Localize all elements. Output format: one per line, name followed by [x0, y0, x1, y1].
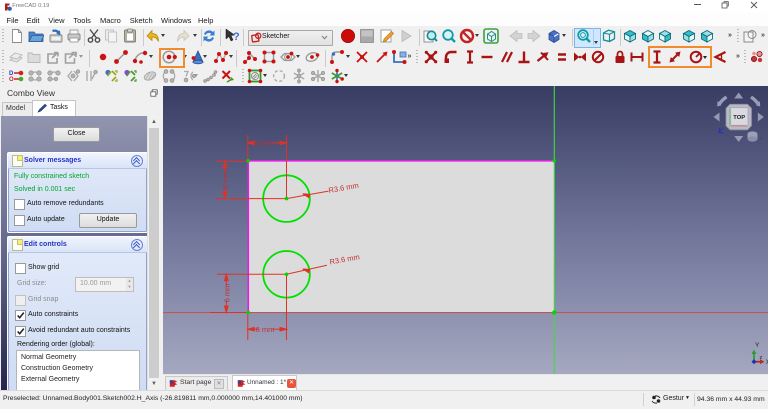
svg-text:6 mm: 6 mm: [254, 139, 273, 148]
svg-text:6 mm: 6 mm: [256, 325, 275, 334]
svg-text:O: O: [9, 77, 14, 83]
svg-text:6 mm: 6 mm: [221, 171, 230, 190]
svg-text:z: z: [760, 355, 763, 361]
svg-text:Y: Y: [755, 342, 760, 349]
svg-text:TOP: TOP: [733, 115, 745, 121]
svg-text:?: ?: [233, 31, 239, 43]
svg-text:6 mm: 6 mm: [223, 284, 232, 303]
